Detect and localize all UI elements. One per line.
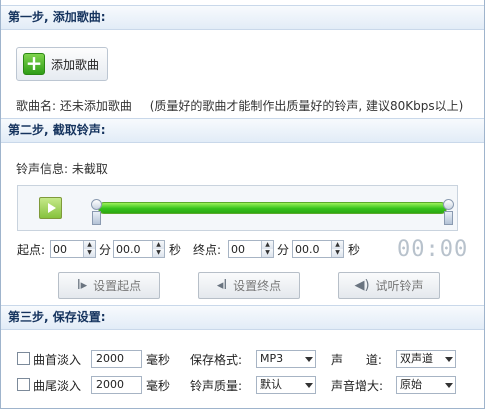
set-start-icon: I▸ [76,278,88,293]
up-arrow-icon[interactable]: ▲ [84,241,95,249]
fade-out-input[interactable]: 2000 [91,376,142,394]
start-sec-value: 00.0 [116,242,141,256]
step2-header: 第二步, 截取铃声: [1,118,484,143]
end-min-unit: 分 [277,243,290,257]
chevron-down-icon [305,383,313,388]
preview-button[interactable]: ◀) 试听铃声 [338,272,440,299]
timecode-display: 00:00 [397,237,469,262]
plus-icon: + [23,53,45,75]
fade-in-input[interactable]: 2000 [91,350,142,368]
channel-label: 声 道: [331,353,382,367]
quality-select[interactable]: 默认 [256,376,316,394]
fade-out-label: 曲尾淡入 [33,379,82,393]
play-button[interactable] [39,197,62,219]
quality-label: 铃声质量: [190,379,243,393]
end-sec-stepper[interactable]: 00.0 ▲ ▼ [292,240,344,258]
add-song-button-label: 添加歌曲 [51,57,100,72]
range-track[interactable] [98,202,447,214]
end-handle-stem [444,211,453,225]
start-label: 起点: [17,243,46,257]
down-arrow-icon[interactable]: ▼ [332,249,343,257]
end-sec-value: 00.0 [295,242,320,256]
song-name-line: 歌曲名: 还未添加歌曲 (质量好的歌曲才能制作出质量好的铃声, 建议80Kbps… [16,97,463,114]
chevron-down-icon [445,383,453,388]
start-handle-knob [91,199,102,210]
down-arrow-icon[interactable]: ▼ [153,249,164,257]
preview-label: 试听铃声 [375,279,424,293]
up-arrow-icon[interactable]: ▲ [332,241,343,249]
fade-out-checkbox[interactable] [17,378,30,391]
up-arrow-icon[interactable]: ▲ [262,241,273,249]
song-name-value: 还未添加歌曲 [59,99,132,113]
end-min-value: 00 [231,242,245,256]
quality-value: 默认 [260,378,282,391]
set-end-label: 设置终点 [233,279,282,293]
speaker-icon: ◀) [354,278,370,293]
end-handle[interactable] [443,199,454,225]
channel-select[interactable]: 双声道 [396,350,456,368]
start-handle-stem [92,211,101,225]
fade-out-ms-unit: 毫秒 [146,379,171,393]
set-end-icon: ◂I [216,278,228,293]
format-label: 保存格式: [190,353,243,367]
up-arrow-icon[interactable]: ▲ [153,241,164,249]
quality-note: (质量好的歌曲才能制作出质量好的铃声, 建议80Kbps以上) [149,99,464,113]
fade-in-checkbox[interactable] [17,352,30,365]
ringtone-info: 铃声信息: 未截取 [16,160,108,177]
start-min-value: 00 [53,242,67,256]
ringtone-info-value: 未截取 [71,162,108,176]
add-song-button[interactable]: + 添加歌曲 [16,47,108,81]
end-label: 终点: [193,243,222,257]
start-min-unit: 分 [99,243,112,257]
volume-value: 原始 [400,378,422,391]
set-start-button[interactable]: I▸ 设置起点 [58,272,160,299]
step1-header: 第一步, 添加歌曲: [1,5,484,30]
format-select[interactable]: MP3 [256,350,316,368]
set-end-button[interactable]: ◂I 设置终点 [198,272,300,299]
start-min-stepper[interactable]: 00 ▲ ▼ [50,240,96,258]
chevron-down-icon [305,357,313,362]
chevron-down-icon [445,357,453,362]
volume-select[interactable]: 原始 [396,376,456,394]
end-handle-knob [443,199,454,210]
song-name-label: 歌曲名: [16,99,60,113]
volume-label: 声音增大: [331,379,384,393]
format-value: MP3 [260,352,284,365]
waveform-panel [17,185,458,231]
end-sec-unit: 秒 [348,243,361,257]
step3-header: 第三步, 保存设置: [1,305,484,330]
down-arrow-icon[interactable]: ▼ [84,249,95,257]
start-sec-stepper[interactable]: 00.0 ▲ ▼ [113,240,165,258]
channel-value: 双声道 [400,352,433,365]
set-start-label: 设置起点 [93,279,142,293]
fade-in-label: 曲首淡入 [33,353,82,367]
ringtone-info-label: 铃声信息: [16,162,72,176]
fade-in-ms-unit: 毫秒 [146,353,171,367]
end-min-stepper[interactable]: 00 ▲ ▼ [228,240,274,258]
down-arrow-icon[interactable]: ▼ [262,249,273,257]
start-sec-unit: 秒 [169,243,182,257]
start-handle[interactable] [91,199,102,225]
